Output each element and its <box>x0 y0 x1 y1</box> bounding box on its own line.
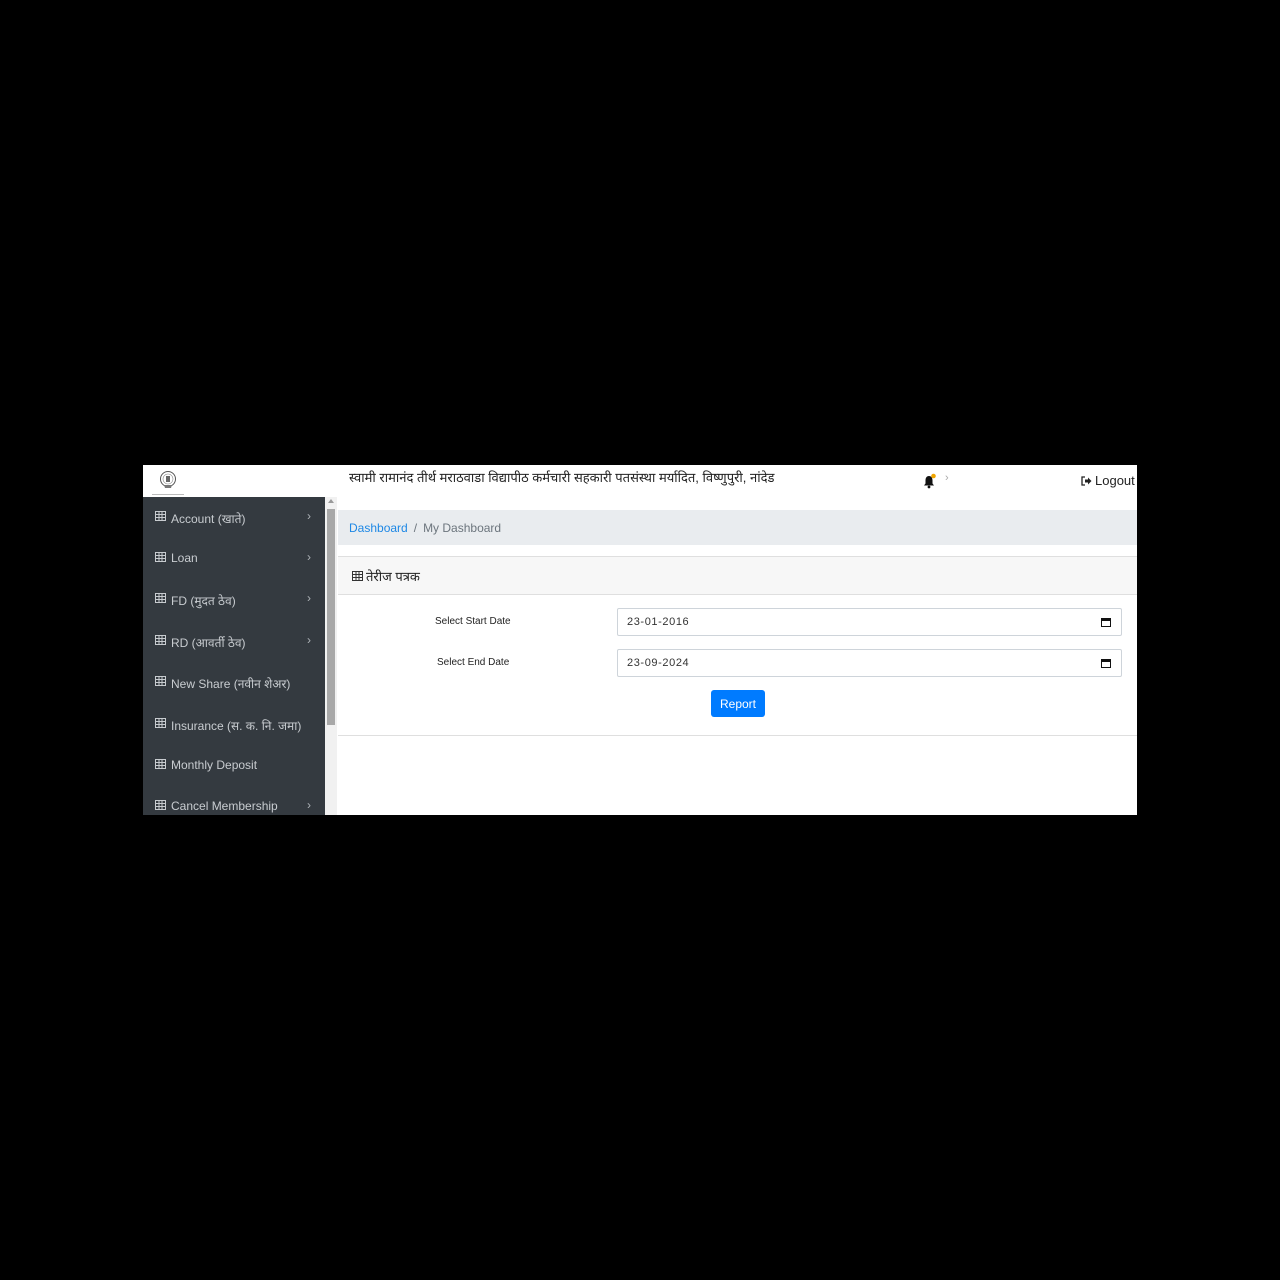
sidebar: Account (खाते) › Loan › FD (मुदत ठेव) › … <box>143 497 325 815</box>
organization-title: स्वामी रामानंद तीर्थ मराठवाडा विद्यापीठ … <box>349 470 775 485</box>
table-icon <box>352 570 363 581</box>
sidebar-item-label: RD (आवर्ती ठेव) <box>171 636 246 650</box>
end-date-input[interactable]: 23-09-2024 <box>617 649 1122 677</box>
trial-balance-card: तेरीज पत्रक Select Start Date 23-01-2016… <box>338 556 1137 736</box>
breadcrumb-dashboard-link[interactable]: Dashboard <box>349 521 408 535</box>
sign-out-icon <box>1081 475 1092 486</box>
scrollbar-thumb[interactable] <box>327 509 335 725</box>
notification-chevron-icon[interactable]: › <box>945 472 949 484</box>
chevron-right-icon: › <box>307 798 311 812</box>
chevron-right-icon: › <box>307 550 311 564</box>
sidebar-item-label: Cancel Membership <box>171 799 278 813</box>
notification-dot <box>931 473 936 479</box>
table-icon <box>155 552 166 562</box>
notification-bell-icon[interactable] <box>923 473 937 489</box>
report-button[interactable]: Report <box>711 690 765 717</box>
sidebar-item-new-share[interactable]: New Share (नवीन शेअर) <box>143 662 325 703</box>
sidebar-scrollbar[interactable] <box>325 497 337 815</box>
sidebar-item-loan[interactable]: Loan › <box>143 538 325 579</box>
table-icon <box>155 718 166 728</box>
card-header: तेरीज पत्रक <box>338 557 1137 595</box>
end-date-value: 23-09-2024 <box>627 657 690 669</box>
logo-emblem-icon <box>160 471 176 488</box>
sidebar-item-account[interactable]: Account (खाते) › <box>143 497 325 538</box>
calendar-icon[interactable] <box>1101 658 1111 668</box>
breadcrumb: Dashboard / My Dashboard <box>338 510 1137 545</box>
breadcrumb-separator: / <box>413 520 418 535</box>
chevron-right-icon: › <box>307 591 311 605</box>
sidebar-item-label: Loan <box>171 551 198 565</box>
start-date-value: 23-01-2016 <box>627 616 690 628</box>
chevron-right-icon: › <box>307 633 311 647</box>
top-navbar: स्वामी रामानंद तीर्थ मराठवाडा विद्यापीठ … <box>143 465 1137 497</box>
sidebar-item-monthly-deposit[interactable]: Monthly Deposit <box>143 745 325 786</box>
table-icon <box>155 800 166 810</box>
sidebar-item-label: New Share (नवीन शेअर) <box>171 677 291 691</box>
chevron-right-icon: › <box>307 509 311 523</box>
sidebar-item-rd[interactable]: RD (आवर्ती ठेव) › <box>143 621 325 662</box>
scroll-up-arrow-icon[interactable] <box>328 499 334 503</box>
sidebar-item-cancel-membership[interactable]: Cancel Membership › <box>143 786 325 815</box>
table-icon <box>155 593 166 603</box>
calendar-icon[interactable] <box>1101 617 1111 627</box>
end-date-label: Select End Date <box>437 657 510 668</box>
sidebar-item-insurance[interactable]: Insurance (स. क. नि. जमा) <box>143 704 325 745</box>
university-logo[interactable] <box>152 466 184 495</box>
card-title: तेरीज पत्रक <box>366 568 420 584</box>
breadcrumb-current: My Dashboard <box>423 520 502 535</box>
sidebar-item-label: FD (मुदत ठेव) <box>171 594 236 608</box>
logout-label: Logout <box>1095 473 1135 488</box>
table-icon <box>155 511 166 521</box>
logout-link[interactable]: Logout <box>1081 473 1135 488</box>
table-icon <box>155 676 166 686</box>
sidebar-item-fd[interactable]: FD (मुदत ठेव) › <box>143 579 325 620</box>
sidebar-item-label: Insurance (स. क. नि. जमा) <box>171 719 302 733</box>
start-date-input[interactable]: 23-01-2016 <box>617 608 1122 636</box>
sidebar-item-label: Monthly Deposit <box>171 758 258 772</box>
table-icon <box>155 759 166 769</box>
app-window: स्वामी रामानंद तीर्थ मराठवाडा विद्यापीठ … <box>143 465 1137 815</box>
start-date-label: Select Start Date <box>435 616 511 627</box>
table-icon <box>155 635 166 645</box>
sidebar-item-label: Account (खाते) <box>171 512 246 526</box>
